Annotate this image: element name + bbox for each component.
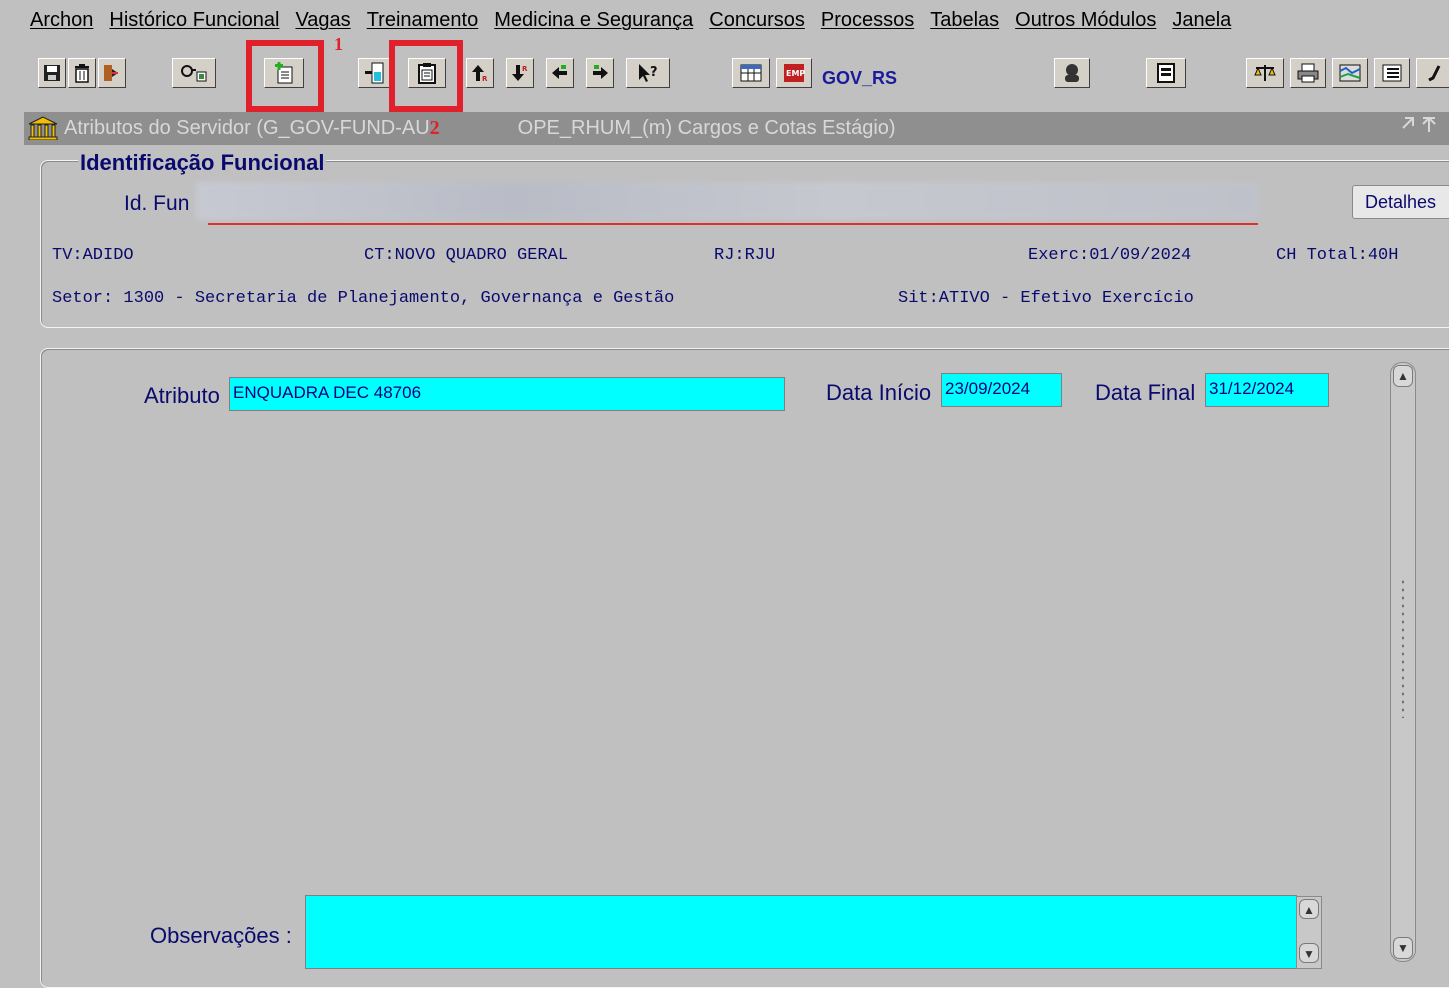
exerc-value: Exerc:01/09/2024 <box>1028 246 1192 265</box>
ch-total-value: CH Total:40H <box>1276 246 1399 265</box>
setor-value: Setor: 1300 - Secretaria de Planejamento… <box>52 289 675 308</box>
detalhes-button[interactable]: Detalhes <box>1352 185 1449 219</box>
query-icon[interactable] <box>172 58 216 88</box>
svg-text:?: ? <box>650 65 658 80</box>
data-inicio-label: Data Início <box>826 380 932 405</box>
previous-record-icon[interactable]: R <box>466 58 494 88</box>
id-funcional-label: Id. Fun <box>124 192 190 215</box>
window-title-bar: Atributos do Servidor (G_GOV-FUND-AU2 OPE… <box>24 112 1449 145</box>
observacoes-field[interactable] <box>305 895 1297 969</box>
observacoes-scroll-down-icon[interactable]: ▼ <box>1299 943 1319 963</box>
svg-text:EMP: EMP <box>786 69 805 78</box>
annotation-box-2 <box>389 40 463 112</box>
menu-medicina-seguranca[interactable]: Medicina e Segurança <box>486 0 701 40</box>
atributo-label: Atributo <box>144 383 220 408</box>
menu-treinamento[interactable]: Treinamento <box>359 0 487 40</box>
atributo-field[interactable]: ENQUADRA DEC 48706 <box>229 377 785 411</box>
menu-outros-modulos[interactable]: Outros Módulos <box>1007 0 1164 40</box>
observacoes-scrollbar[interactable]: ▲ ▼ <box>1296 896 1322 969</box>
annotation-label-1: 1 <box>334 34 343 54</box>
svg-text:R: R <box>522 65 528 73</box>
scroll-down-icon[interactable]: ▼ <box>1393 937 1413 959</box>
menu-bar: Archon Histórico Funcional Vagas Treinam… <box>0 0 1449 40</box>
exit-icon[interactable] <box>98 58 126 88</box>
identificacao-title: Identificação Funcional <box>78 150 327 176</box>
tool-icon[interactable] <box>1416 58 1449 88</box>
annotation-box-1 <box>246 40 324 112</box>
spreadsheet-icon[interactable] <box>732 58 770 88</box>
menu-vagas[interactable]: Vagas <box>287 0 358 40</box>
next-record-icon[interactable]: R <box>506 58 534 88</box>
window-controls[interactable] <box>1401 112 1437 145</box>
user-icon[interactable] <box>1054 58 1090 88</box>
window-title: Atributos do Servidor (G_GOV-FUND-AU2 OPE… <box>64 112 896 145</box>
help-icon[interactable]: ? <box>626 58 670 88</box>
menu-tabelas[interactable]: Tabelas <box>922 0 1007 40</box>
list-icon[interactable] <box>1374 58 1410 88</box>
save-icon[interactable] <box>38 58 66 88</box>
application-window: Archon Histórico Funcional Vagas Treinam… <box>0 0 1449 988</box>
records-scrollbar[interactable]: ▲ ▼ <box>1390 362 1416 962</box>
company-switch-icon[interactable]: EMP <box>776 58 812 88</box>
window-title-right: OPE_RHUM_(m) Cargos e Cotas Estágio) <box>517 117 896 139</box>
annotation-label-2: 2 <box>429 117 440 139</box>
printer-icon[interactable] <box>1290 58 1326 88</box>
tv-value: TV:ADIDO <box>52 246 134 265</box>
observacoes-label: Observações : <box>150 923 292 948</box>
data-inicio-field[interactable]: 23/09/2024 <box>941 373 1062 407</box>
ct-value: CT:NOVO QUADRO GERAL <box>364 246 569 265</box>
form-icon[interactable] <box>1146 58 1186 88</box>
scroll-up-icon[interactable]: ▲ <box>1393 365 1413 387</box>
situacao-value: Sit:ATIVO - Efetivo Exercício <box>898 289 1194 308</box>
scales-icon[interactable] <box>1246 58 1284 88</box>
atributos-frame <box>40 348 1449 988</box>
menu-concursos[interactable]: Concursos <box>701 0 813 40</box>
redacted-employee-info <box>196 182 1260 220</box>
menu-historico-funcional[interactable]: Histórico Funcional <box>101 0 287 40</box>
toolbar: R R ? EMP GOV_RS 1 <box>0 34 1449 112</box>
previous-block-icon[interactable] <box>546 58 574 88</box>
menu-janela[interactable]: Janela <box>1164 0 1239 40</box>
scroll-grip[interactable] <box>1400 578 1406 718</box>
delete-icon[interactable] <box>68 58 96 88</box>
environment-label: GOV_RS <box>822 68 898 88</box>
archon-building-icon <box>28 116 58 141</box>
redaction-underline <box>208 223 1258 225</box>
rj-value: RJ:RJU <box>714 246 776 265</box>
menu-processos[interactable]: Processos <box>813 0 922 40</box>
data-final-label: Data Final <box>1095 380 1196 405</box>
window-title-left: Atributos do Servidor (G_GOV-FUND-AU <box>64 117 430 139</box>
data-final-field[interactable]: 31/12/2024 <box>1205 373 1329 407</box>
observacoes-scroll-up-icon[interactable]: ▲ <box>1299 899 1319 919</box>
copy-record-icon[interactable] <box>358 58 390 88</box>
svg-text:R: R <box>482 75 488 83</box>
map-icon[interactable] <box>1332 58 1368 88</box>
menu-archon[interactable]: Archon <box>0 0 101 40</box>
next-block-icon[interactable] <box>586 58 614 88</box>
